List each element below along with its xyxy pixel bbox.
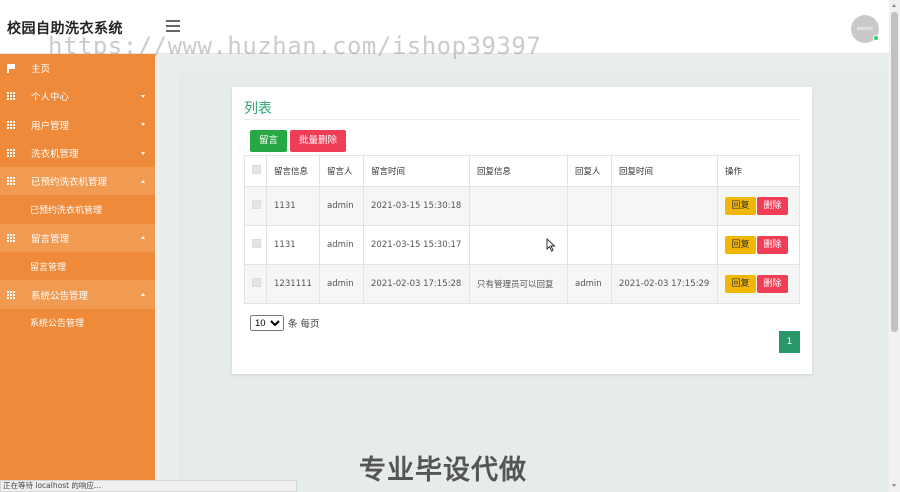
sidebar-subitem-messages[interactable]: 留言管理: [0, 252, 155, 280]
sidebar-item-label: 洗衣机管理: [31, 149, 79, 161]
select-all-cell: [244, 155, 267, 187]
grid-icon: [7, 233, 16, 242]
grid-icon: [7, 149, 16, 158]
message-table: 留言信息 留言人 留言时间 回复信息 回复人 回复时间 操作 1131 admi…: [244, 155, 800, 304]
table-cell: 2021-02-03 17:15:29: [611, 264, 718, 304]
delete-button[interactable]: 删除: [757, 275, 788, 293]
menu-toggle-icon[interactable]: [166, 20, 180, 32]
chevron-up-icon: [141, 179, 145, 183]
slogan-text: 专业毕设代做: [359, 455, 527, 486]
sidebar-item-label: 已预约洗衣机管理: [31, 177, 108, 189]
divider: [244, 119, 800, 120]
table-cell: 2021-03-15 15:30:17: [363, 225, 470, 265]
reply-button[interactable]: 回复: [725, 236, 756, 254]
chevron-down-icon: [141, 94, 145, 98]
table-cell: [469, 186, 568, 226]
grid-icon: [7, 290, 16, 299]
sidebar: 主页 个人中心 用户管理 洗衣机管理 已预约洗衣机管理 已预约洗衣机管理 留言管…: [0, 54, 155, 492]
table-cell: admin: [319, 186, 364, 226]
delete-button[interactable]: 删除: [757, 236, 788, 254]
sidebar-item-label: 留言管理: [31, 233, 70, 245]
batch-delete-button[interactable]: 批量删除: [290, 130, 346, 152]
grid-icon: [7, 177, 16, 186]
table-cell: 1131: [266, 225, 320, 265]
column-header: 回复人: [567, 155, 612, 187]
table-cell: 1231111: [266, 264, 320, 304]
sidebar-item-reservations[interactable]: 已预约洗衣机管理: [0, 167, 155, 196]
column-header: 留言人: [319, 155, 364, 187]
vertical-scrollbar[interactable]: [889, 0, 900, 492]
page-title: 列表: [244, 101, 272, 117]
table-cell: 只有管理员可以回复: [469, 264, 568, 304]
column-header: 回复信息: [469, 155, 568, 187]
sidebar-item-announcements[interactable]: 系统公告管理: [0, 280, 155, 309]
table-cell: [611, 186, 718, 226]
table-row: 1131 admin 2021-03-15 15:30:18 回复 删除: [244, 186, 800, 226]
scroll-up-icon[interactable]: [892, 4, 896, 7]
table-cell: 1131: [266, 186, 320, 226]
chevron-down-icon: [141, 151, 145, 155]
chevron-up-icon: [141, 293, 145, 297]
sidebar-item-label: 主页: [31, 64, 51, 76]
table-cell: [567, 186, 612, 226]
row-checkbox[interactable]: [252, 200, 261, 209]
reply-button[interactable]: 回复: [725, 275, 756, 293]
table-row: 1131 admin 2021-03-15 15:30:17 回复 删除: [244, 225, 800, 265]
actions-cell: 回复 删除: [717, 264, 800, 304]
table-row: 1231111 admin 2021-02-03 17:15:28 只有管理员可…: [244, 264, 800, 304]
column-header: 留言信息: [266, 155, 320, 187]
grid-icon: [7, 92, 16, 101]
scroll-down-icon[interactable]: [892, 484, 896, 487]
chevron-up-icon: [141, 236, 145, 240]
page-size-label: 条 每页: [288, 319, 320, 330]
row-checkbox[interactable]: [252, 239, 261, 248]
flag-icon: [7, 63, 15, 73]
sidebar-subitem-reservations[interactable]: 已预约洗衣机管理: [0, 195, 155, 223]
table-cell: 2021-03-15 15:30:18: [363, 186, 470, 226]
column-header: 操作: [717, 155, 800, 187]
row-checkbox[interactable]: [252, 278, 261, 287]
sidebar-item-washers[interactable]: 洗衣机管理: [0, 139, 155, 167]
actions-cell: 回复 删除: [717, 225, 800, 265]
select-all-checkbox[interactable]: [252, 165, 261, 174]
sidebar-item-users[interactable]: 用户管理: [0, 111, 155, 139]
table-cell: [611, 225, 718, 265]
grid-icon: [7, 120, 16, 129]
row-select-cell: [244, 186, 267, 226]
delete-button[interactable]: 删除: [757, 197, 788, 215]
page-button-current[interactable]: 1: [779, 331, 800, 353]
page-size-select[interactable]: 10: [250, 315, 284, 331]
table-cell: admin: [319, 264, 364, 304]
sidebar-item-home[interactable]: 主页: [0, 54, 155, 82]
column-header: 回复时间: [611, 155, 718, 187]
online-status-dot: [873, 35, 879, 41]
table-cell: admin: [319, 225, 364, 265]
sidebar-subitem-announcements[interactable]: 系统公告管理: [0, 309, 155, 337]
scrollbar-thumb[interactable]: [891, 12, 898, 332]
sidebar-item-label: 系统公告管理: [31, 290, 89, 302]
row-select-cell: [244, 225, 267, 265]
table-cell: 2021-02-03 17:15:28: [363, 264, 470, 304]
browser-status-bar: 正在等待 localhost 的响应...: [0, 480, 297, 492]
sidebar-item-messages[interactable]: 留言管理: [0, 223, 155, 253]
reply-button[interactable]: 回复: [725, 197, 756, 215]
sidebar-item-personal[interactable]: 个人中心: [0, 82, 155, 110]
sidebar-item-label: 用户管理: [31, 120, 70, 132]
mouse-cursor-icon: [546, 238, 556, 252]
table-cell: [567, 225, 612, 265]
chevron-down-icon: [141, 123, 145, 127]
column-header: 留言时间: [363, 155, 470, 187]
actions-cell: 回复 删除: [717, 186, 800, 226]
table-cell: admin: [567, 264, 612, 304]
row-select-cell: [244, 264, 267, 304]
page-size-control: 10 条 每页: [250, 315, 320, 331]
add-message-button[interactable]: 留言: [250, 130, 287, 152]
list-card: 列表 留言 批量删除 留言信息 留言人 留言时间 回复信息 回复人 回复时间 操…: [232, 87, 812, 374]
sidebar-item-label: 个人中心: [31, 92, 70, 104]
